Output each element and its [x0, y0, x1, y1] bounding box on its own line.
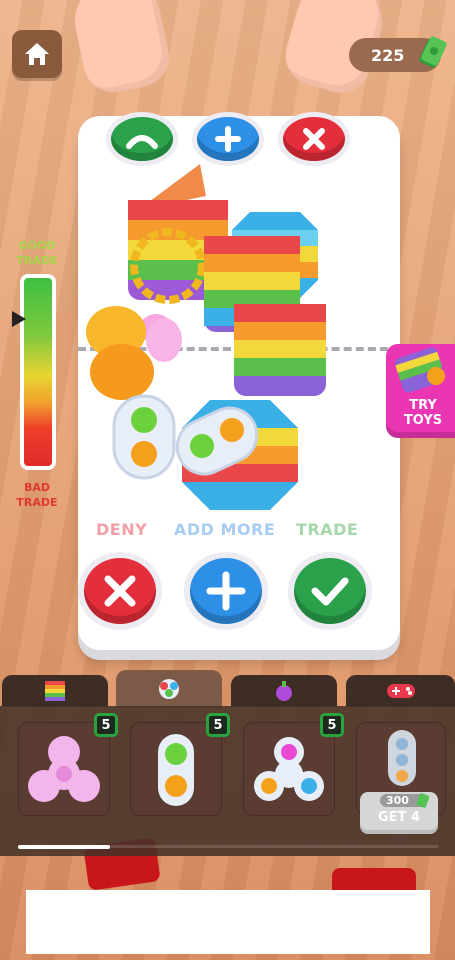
opponent-accept-button — [106, 112, 178, 166]
player-toy-pile — [86, 304, 326, 510]
deny-label: DENY — [96, 520, 148, 539]
bottom-banner-area — [26, 890, 430, 954]
opponent-add-button — [192, 112, 264, 166]
tab-simple-dimple[interactable] — [116, 670, 222, 708]
pop-it-icon — [395, 347, 445, 393]
squishy-icon — [276, 681, 292, 701]
money-counter: 225 — [349, 36, 447, 72]
plus-icon — [206, 571, 246, 611]
home-button[interactable] — [12, 30, 62, 78]
try-toys-label: TRY TOYS — [403, 398, 443, 428]
inventory-count-2: 5 — [206, 713, 230, 737]
meter-indicator-icon — [12, 311, 26, 328]
locked-toy-icon — [388, 730, 416, 786]
money-amount: 225 — [371, 45, 405, 65]
trade-label: TRADE — [296, 520, 359, 539]
close-icon — [104, 575, 136, 607]
tab-squishy[interactable] — [231, 675, 337, 707]
white-spinner-icon — [254, 737, 324, 801]
deny-button[interactable] — [78, 552, 162, 630]
add-more-label: ADD MORE — [174, 520, 276, 539]
gamepad-icon — [386, 684, 415, 698]
tab-gamepad[interactable] — [346, 675, 455, 707]
cash-icon — [416, 793, 430, 808]
simple-dimple-icon — [159, 679, 179, 699]
meter-bottom-label: BAD TRADE — [16, 481, 58, 509]
get-4-button[interactable]: 300 GET 4 — [360, 792, 438, 834]
inventory-count-3: 5 — [320, 713, 344, 737]
plus-icon — [215, 126, 241, 152]
inventory-count-1: 5 — [94, 713, 118, 737]
checkmark-icon — [126, 135, 158, 149]
checkmark-icon — [311, 577, 349, 606]
add-more-button[interactable] — [184, 552, 268, 630]
opponent-deny-button — [278, 112, 350, 166]
pink-spinner-icon — [28, 736, 100, 802]
get-label: GET 4 — [378, 810, 420, 825]
tab-pop-it[interactable] — [2, 675, 108, 707]
meter-top-label: GOOD TRADE — [16, 239, 58, 267]
simple-dimple-icon — [158, 734, 194, 806]
pink-spinner-toy — [146, 318, 182, 362]
close-icon — [303, 128, 325, 150]
home-icon — [25, 43, 49, 65]
trade-meter — [20, 274, 56, 470]
cash-icon — [419, 36, 447, 68]
inventory-scrollbar[interactable] — [18, 845, 110, 849]
trade-button[interactable] — [288, 552, 372, 630]
pop-it-icon — [45, 681, 65, 701]
